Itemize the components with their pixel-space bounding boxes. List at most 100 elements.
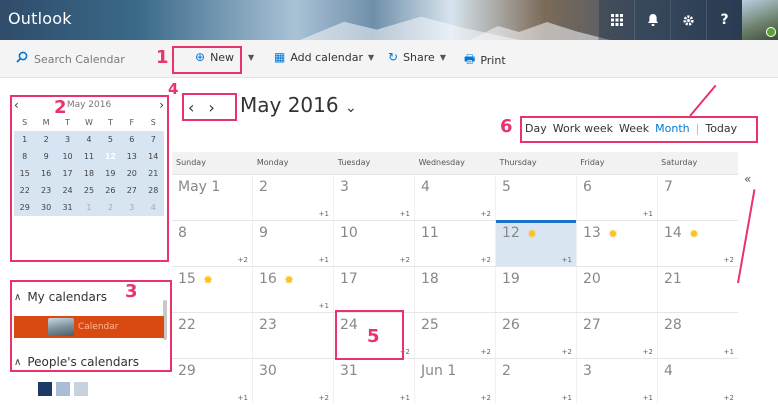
day-cell[interactable]: 28 +1 [657,313,738,358]
day-cell[interactable]: 4 +2 [414,175,495,220]
more-events-count[interactable]: +2 [481,210,491,218]
day-cell[interactable]: 3 +1 [333,175,414,220]
month-title-label: May 2016 [240,93,339,117]
day-cell[interactable]: May 1 [172,175,252,220]
day-cell[interactable]: 8 +2 [172,221,252,266]
more-events-count[interactable]: +2 [724,256,734,264]
day-cell[interactable]: 19 [495,267,576,312]
day-number: 2 [259,179,268,195]
more-events-count[interactable]: +1 [319,210,329,218]
day-cell[interactable]: 6 +1 [576,175,657,220]
day-cell[interactable]: 10 +2 [333,221,414,266]
day-number: 20 [583,271,601,287]
more-events-count[interactable]: +2 [400,256,410,264]
more-events-count[interactable]: +1 [562,394,572,402]
day-cell[interactable]: 3 +1 [576,359,657,404]
day-cell[interactable]: 29 +1 [172,359,252,404]
day-cell[interactable]: 20 [576,267,657,312]
day-number: 14 [664,225,682,241]
more-events-count[interactable]: +1 [319,302,329,310]
search-box[interactable]: Search Calendar [16,51,125,67]
day-cell[interactable]: 22 [172,313,252,358]
user-avatar[interactable] [742,0,778,40]
annotation-box-navigation [182,93,237,121]
print-button[interactable]: 🖶 Print [464,50,506,71]
week-row: 29 +1 30 +2 31 +1 Jun 1 +2 2 +1 3 +1 4 +2 [172,358,738,404]
day-cell[interactable]: 30 +2 [252,359,333,404]
day-cell[interactable]: 14 ✹ +2 [657,221,738,266]
day-cell[interactable]: 27 +2 [576,313,657,358]
month-title[interactable]: May 2016 ⌄ [240,93,357,117]
more-events-count[interactable]: +1 [724,348,734,356]
day-number: 16 [259,271,277,287]
month-grid: Sunday Monday Tuesday Wednesday Thursday… [172,152,738,404]
day-number: 18 [421,271,439,287]
more-events-count[interactable]: +1 [643,210,653,218]
day-cell[interactable]: 31 +1 [333,359,414,404]
chevron-down-icon: ▼ [439,52,446,62]
day-cell[interactable]: 9 +1 [252,221,333,266]
day-cell[interactable]: 15 ✹ [172,267,252,312]
day-cell[interactable]: 18 [414,267,495,312]
day-cell[interactable]: 2 +1 [495,359,576,404]
day-cell[interactable]: 11 +2 [414,221,495,266]
more-events-count[interactable]: +1 [643,394,653,402]
weekday-header: Tuesday [337,158,371,167]
more-events-count[interactable]: +2 [481,348,491,356]
more-events-count[interactable]: +1 [562,256,572,264]
more-events-count[interactable]: +2 [562,348,572,356]
more-events-count[interactable]: +1 [238,394,248,402]
day-cell[interactable]: 4 +2 [657,359,738,404]
app-title[interactable]: Outlook [8,9,72,28]
day-cell-today[interactable]: 12 ✹ +1 [495,220,576,266]
collapse-pane-button[interactable]: « [744,172,751,186]
more-events-count[interactable]: +1 [400,210,410,218]
day-cell[interactable]: 23 [252,313,333,358]
sun-weather-icon: ✹ [527,227,538,241]
day-cell[interactable]: 13 ✹ [576,221,657,266]
more-events-count[interactable]: +1 [319,256,329,264]
day-cell[interactable]: 21 [657,267,738,312]
search-placeholder[interactable]: Search Calendar [34,53,125,66]
day-number: 21 [664,271,682,287]
annotation-number: 4 [168,80,179,98]
add-calendar-button[interactable]: ▦ Add calendar ▼ [274,50,374,64]
week-row: 15 ✹ 16 ✹ +1 17 18 19 20 21 [172,266,738,312]
day-number: 5 [502,179,511,195]
more-events-count[interactable]: +2 [481,256,491,264]
more-events-count[interactable]: +2 [319,394,329,402]
day-cell[interactable]: Jun 1 +2 [414,359,495,404]
annotation-number: 3 [125,281,138,302]
person-avatar[interactable] [74,382,88,396]
apps-grid-icon[interactable] [598,0,634,40]
weekday-header: Sunday [176,158,206,167]
share-button[interactable]: ↻ Share ▼ [388,50,446,64]
bell-icon[interactable] [634,0,670,40]
help-icon[interactable]: ? [706,0,742,40]
chevron-down-icon: ▼ [367,52,375,62]
day-cell[interactable]: 2 +1 [252,175,333,220]
new-dropdown-button[interactable]: ▼ [248,53,254,62]
command-bar: Search Calendar ⊕ New ▼ ▦ Add calendar ▼… [0,40,778,78]
day-cell[interactable]: 5 [495,175,576,220]
annotation-arrow [689,84,717,117]
more-events-count[interactable]: +1 [400,394,410,402]
day-number: 25 [421,317,439,333]
day-number: 3 [340,179,349,195]
annotation-box-new [172,46,242,74]
more-events-count[interactable]: +2 [643,348,653,356]
day-cell[interactable]: 17 [333,267,414,312]
person-avatar[interactable] [56,382,70,396]
more-events-count[interactable]: +2 [481,394,491,402]
week-row: May 1 2 +1 3 +1 4 +2 5 6 +1 7 [172,174,738,220]
sun-weather-icon: ✹ [689,227,700,241]
more-events-count[interactable]: +2 [238,256,248,264]
day-cell[interactable]: 16 ✹ +1 [252,267,333,312]
more-events-count[interactable]: +2 [724,394,734,402]
gear-icon[interactable] [670,0,706,40]
day-cell[interactable]: 7 [657,175,738,220]
person-avatar[interactable] [38,382,52,396]
day-number: Jun 1 [421,363,457,379]
day-cell[interactable]: 25 +2 [414,313,495,358]
day-cell[interactable]: 26 +2 [495,313,576,358]
